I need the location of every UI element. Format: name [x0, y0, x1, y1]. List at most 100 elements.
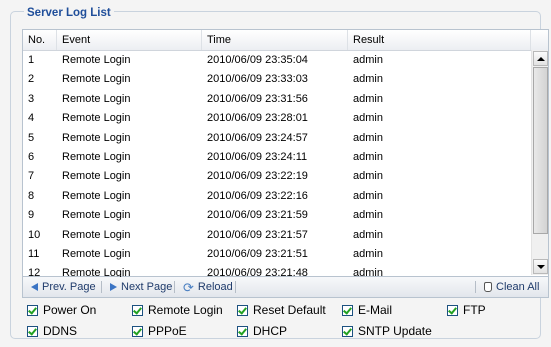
table-row[interactable]: 8 Remote Login 2010/06/09 23:22:16 admin [23, 187, 531, 206]
cell-time: 2010/06/09 23:21:59 [207, 209, 308, 222]
panel-title: Server Log List [24, 7, 114, 19]
cell-time: 2010/06/09 23:31:56 [207, 92, 308, 105]
toolbar-divider [235, 281, 236, 293]
checkbox[interactable] [132, 325, 143, 337]
filter-label: Remote Login [148, 303, 223, 317]
cell-event: Remote Login [62, 170, 131, 183]
cell-result: admin [353, 189, 383, 202]
filter-checkbox[interactable]: DDNS [27, 324, 77, 338]
scroll-up-button[interactable] [533, 51, 548, 66]
toolbar-divider [475, 281, 476, 293]
cell-no: 10 [28, 228, 41, 241]
table-row[interactable]: 1 Remote Login 2010/06/09 23:35:04 admin [23, 51, 531, 70]
cell-time: 2010/06/09 23:24:57 [207, 131, 308, 144]
reload-button[interactable]: ⟳ Reload [183, 277, 233, 297]
cell-time: 2010/06/09 23:21:51 [207, 247, 308, 260]
cell-result: admin [353, 247, 383, 260]
checkbox[interactable] [342, 325, 353, 337]
cell-event: Remote Login [62, 131, 131, 144]
event-filter-group: Power On Remote Login Reset Default E-Mail F… [27, 303, 547, 343]
column-header-event[interactable]: Event [57, 30, 202, 50]
table-row[interactable]: 5 Remote Login 2010/06/09 23:24:57 admin [23, 129, 531, 148]
cell-no: 1 [28, 54, 35, 66]
table-row[interactable]: 11 Remote Login 2010/06/09 23:21:51 admin [23, 245, 531, 264]
filter-label: DDNS [43, 324, 78, 338]
cell-result: admin [353, 92, 383, 105]
cell-no: 2 [28, 73, 35, 86]
checkbox[interactable] [447, 304, 458, 316]
filter-checkbox[interactable]: Reset Default [237, 303, 326, 317]
checkbox[interactable] [27, 304, 38, 316]
filter-label: Power On [43, 303, 97, 317]
checkbox[interactable] [237, 304, 248, 316]
cell-no: 8 [28, 189, 35, 202]
filter-checkbox[interactable]: Power On [27, 303, 96, 317]
log-table: No. Event Time Result 1 Remote Login 2010/… [22, 29, 549, 279]
cell-no: 7 [28, 170, 35, 183]
cell-no: 4 [28, 112, 35, 125]
vertical-scrollbar[interactable] [531, 50, 548, 275]
table-row[interactable]: 4 Remote Login 2010/06/09 23:28:01 admin [23, 109, 531, 128]
cell-no: 6 [28, 150, 35, 163]
checkbox[interactable] [132, 304, 143, 316]
cell-event: Remote Login [62, 73, 131, 86]
filter-checkbox[interactable]: DHCP [237, 324, 287, 338]
table-row[interactable]: 7 Remote Login 2010/06/09 23:22:19 admin [23, 167, 531, 186]
table-header: No. Event Time Result [23, 30, 548, 51]
cell-result: admin [353, 73, 383, 86]
column-header-time[interactable]: Time [202, 30, 348, 50]
cell-event: Remote Login [62, 209, 131, 222]
trash-icon [484, 282, 492, 292]
arrow-left-icon [31, 283, 38, 291]
column-header-result[interactable]: Result [348, 30, 531, 50]
filter-checkbox[interactable]: SNTP Update [342, 324, 432, 338]
filter-checkbox[interactable]: PPPoE [132, 324, 187, 338]
cell-result: admin [353, 112, 383, 125]
filter-checkbox[interactable]: Remote Login [132, 303, 223, 317]
reload-label: Reload [197, 280, 233, 293]
cell-time: 2010/06/09 23:22:19 [207, 170, 308, 183]
cell-event: Remote Login [62, 247, 131, 260]
toolbar-divider [174, 281, 175, 293]
table-row[interactable]: 2 Remote Login 2010/06/09 23:33:03 admin [23, 70, 531, 89]
filter-label: Reset Default [253, 303, 326, 317]
cell-time: 2010/06/09 23:33:03 [207, 73, 308, 86]
pager-toolbar: Prev. Page Next Page ⟳ Reload Clean All [22, 277, 549, 298]
cell-result: admin [353, 54, 383, 66]
table-row[interactable]: 9 Remote Login 2010/06/09 23:21:59 admin [23, 206, 531, 225]
cell-time: 2010/06/09 23:22:16 [207, 189, 308, 202]
cell-time: 2010/06/09 23:35:04 [207, 54, 308, 66]
cell-time: 2010/06/09 23:28:01 [207, 112, 308, 125]
column-header-no[interactable]: No. [23, 30, 57, 50]
cell-result: admin [353, 228, 383, 241]
next-page-button[interactable]: Next Page [110, 277, 172, 297]
filter-label: FTP [463, 303, 486, 317]
filter-checkbox[interactable]: FTP [447, 303, 486, 317]
filter-checkbox[interactable]: E-Mail [342, 303, 392, 317]
cell-result: admin [353, 170, 383, 183]
checkbox[interactable] [27, 325, 38, 337]
table-body: 1 Remote Login 2010/06/09 23:35:04 admin 2 Re… [23, 51, 531, 284]
cell-time: 2010/06/09 23:24:11 [207, 150, 308, 163]
scroll-down-button[interactable] [533, 259, 548, 274]
filter-label: SNTP Update [358, 324, 432, 338]
next-page-label: Next Page [121, 280, 173, 293]
cell-event: Remote Login [62, 150, 131, 163]
clean-all-label: Clean All [496, 280, 540, 293]
table-row[interactable]: 10 Remote Login 2010/06/09 23:21:57 admin [23, 226, 531, 245]
cell-event: Remote Login [62, 189, 131, 202]
cell-result: admin [353, 209, 383, 222]
table-row[interactable]: 6 Remote Login 2010/06/09 23:24:11 admin [23, 148, 531, 167]
filter-label: PPPoE [148, 324, 187, 338]
cell-result: admin [353, 150, 383, 163]
filter-label: E-Mail [358, 303, 393, 317]
cell-event: Remote Login [62, 92, 131, 105]
scroll-track[interactable] [533, 67, 548, 257]
clean-all-button[interactable]: Clean All [484, 277, 539, 297]
checkbox[interactable] [342, 304, 353, 316]
scroll-thumb[interactable] [533, 67, 548, 235]
checkbox[interactable] [237, 325, 248, 337]
cell-no: 9 [28, 209, 35, 222]
table-row[interactable]: 3 Remote Login 2010/06/09 23:31:56 admin [23, 90, 531, 109]
prev-page-button[interactable]: Prev. Page [31, 277, 96, 297]
